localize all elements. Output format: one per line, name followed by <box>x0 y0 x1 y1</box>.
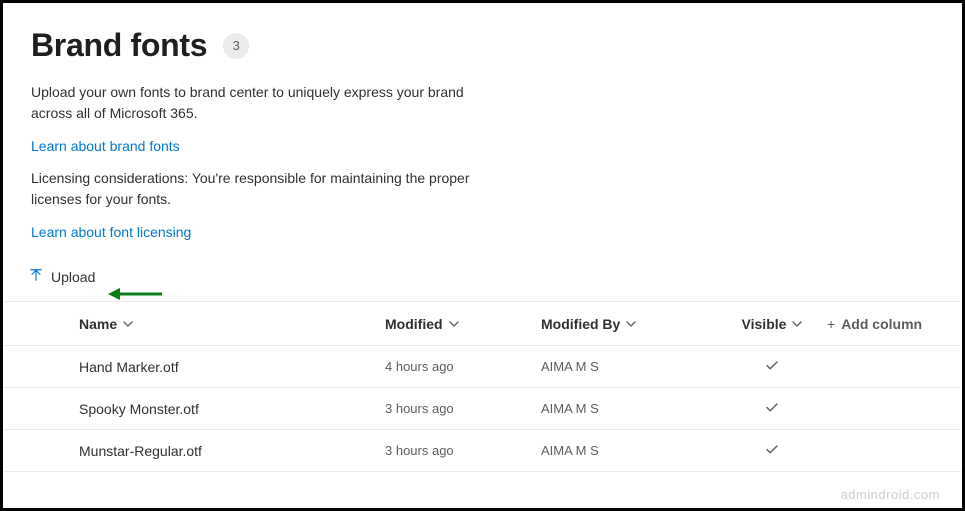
intro-text: Upload your own fonts to brand center to… <box>31 82 481 124</box>
check-icon <box>765 442 779 459</box>
cell-visible <box>717 442 827 459</box>
cell-modified: 3 hours ago <box>385 443 541 458</box>
cell-modified: 4 hours ago <box>385 359 541 374</box>
table-row[interactable]: Hand Marker.otf4 hours agoAIMA M S <box>3 346 962 388</box>
table-header: Name Modified Modified By Visible <box>3 302 962 346</box>
cell-visible <box>717 400 827 417</box>
table-row[interactable]: Spooky Monster.otf3 hours agoAIMA M S <box>3 388 962 430</box>
col-header-visible[interactable]: Visible <box>742 316 803 332</box>
font-count-badge: 3 <box>223 33 249 59</box>
watermark: admindroid.com <box>841 487 941 502</box>
col-header-modifiedby-label: Modified By <box>541 316 620 332</box>
cell-name: Spooky Monster.otf <box>79 401 385 417</box>
cell-visible <box>717 358 827 375</box>
check-icon <box>765 400 779 417</box>
cell-name: Munstar-Regular.otf <box>79 443 385 459</box>
col-header-modified[interactable]: Modified <box>385 316 459 332</box>
licensing-text: Licensing considerations: You're respons… <box>31 168 481 210</box>
cell-modifiedby: AIMA M S <box>541 443 717 458</box>
learn-font-licensing-link[interactable]: Learn about font licensing <box>31 224 191 240</box>
col-header-visible-label: Visible <box>742 316 787 332</box>
upload-label: Upload <box>51 269 95 285</box>
check-icon <box>765 358 779 375</box>
upload-button[interactable]: Upload <box>27 264 97 289</box>
col-header-modifiedby[interactable]: Modified By <box>541 316 636 332</box>
cell-modifiedby: AIMA M S <box>541 359 717 374</box>
chevron-down-icon <box>449 316 459 332</box>
chevron-down-icon <box>626 316 636 332</box>
col-header-modified-label: Modified <box>385 316 443 332</box>
table-row[interactable]: Munstar-Regular.otf3 hours agoAIMA M S <box>3 430 962 472</box>
upload-icon <box>29 268 43 285</box>
cell-modified: 3 hours ago <box>385 401 541 416</box>
page-title: Brand fonts <box>31 27 207 64</box>
add-column-label: Add column <box>841 316 922 332</box>
chevron-down-icon <box>792 316 802 332</box>
learn-brand-fonts-link[interactable]: Learn about brand fonts <box>31 138 180 154</box>
fonts-table: Name Modified Modified By Visible <box>3 302 962 472</box>
add-column-button[interactable]: + Add column <box>827 316 934 332</box>
cell-name: Hand Marker.otf <box>79 359 385 375</box>
chevron-down-icon <box>123 316 133 332</box>
cell-modifiedby: AIMA M S <box>541 401 717 416</box>
col-header-name[interactable]: Name <box>79 316 133 332</box>
col-header-name-label: Name <box>79 316 117 332</box>
plus-icon: + <box>827 316 835 332</box>
